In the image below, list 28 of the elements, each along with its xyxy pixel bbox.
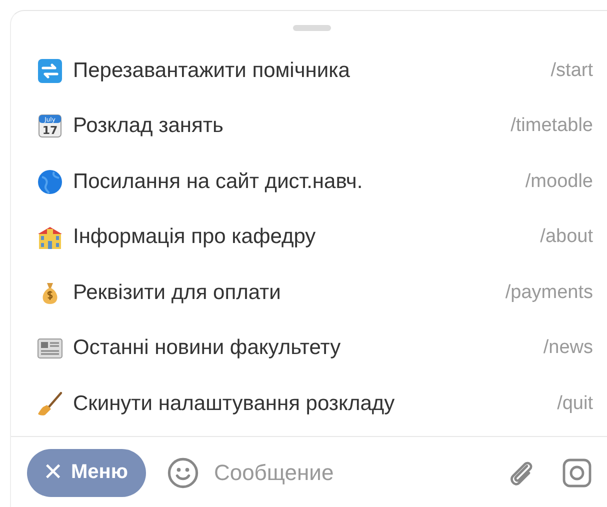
command-label: Інформація про кафедру (73, 225, 316, 250)
command-item[interactable]: Останні новини факультету /news (37, 320, 593, 376)
command-item[interactable]: Перезавантажити помічника /start (37, 43, 593, 98)
command-name: /timetable (510, 115, 593, 138)
command-item[interactable]: Скинути налаштування розкладу /quit (37, 376, 593, 432)
command-label: Розклад занять (73, 114, 224, 138)
globe-icon (37, 168, 63, 195)
camera-icon[interactable] (561, 456, 593, 488)
command-name: /start (550, 60, 593, 82)
arrows-icon (37, 58, 63, 84)
command-name: /payments (505, 282, 593, 304)
command-name: /moodle (525, 170, 593, 193)
drag-handle[interactable] (293, 25, 331, 31)
command-item[interactable]: Інформація про кафедру /about (37, 210, 593, 265)
broom-icon (37, 390, 63, 417)
command-item[interactable]: Реквізити для оплати /payments (37, 265, 593, 320)
building-icon (37, 224, 63, 250)
command-name: /quit (557, 392, 593, 415)
command-label: Перезавантажити помічника (73, 58, 350, 83)
emoji-icon[interactable] (166, 456, 200, 490)
command-label: Скинути налаштування розкладу (73, 392, 395, 416)
message-field[interactable]: Сообщение (212, 458, 505, 486)
command-label: Посилання на сайт дист.навч. (73, 170, 363, 194)
command-name: /news (543, 337, 593, 360)
command-item[interactable]: Посилання на сайт дист.навч. /moodle (37, 154, 593, 210)
command-label: Реквізити для оплати (73, 280, 281, 305)
command-label: Останні новини факультету (73, 336, 341, 360)
command-name: /about (540, 226, 593, 248)
